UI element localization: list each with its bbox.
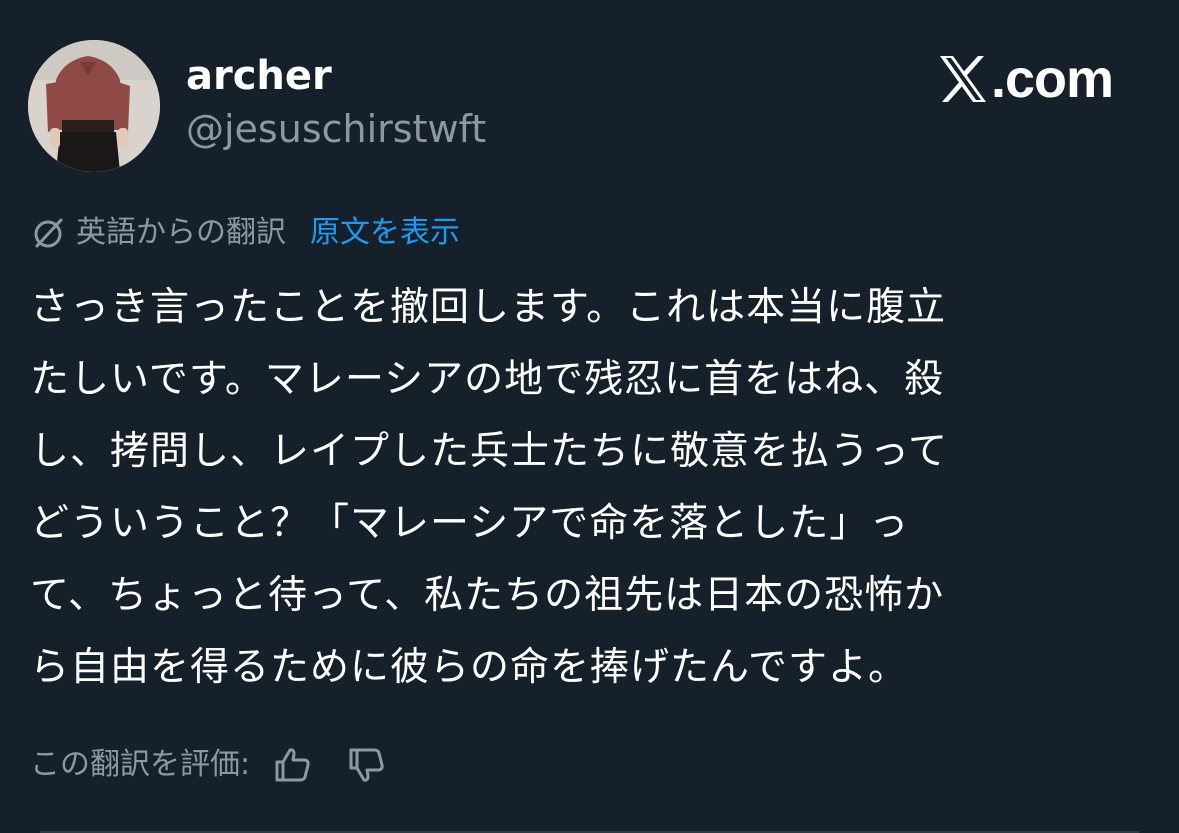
x-logo-icon	[939, 56, 986, 102]
tweet-line: て、ちょっと待って、私たちの祖先は日本の恐怖か	[30, 573, 945, 618]
tweet-line: ら自由を得るために彼らの命を捧げたんですよ。	[30, 645, 909, 690]
tweet-text: さっき言ったことを撤回します。これは本当に腹立 たしいです。マレーシアの地で残忍…	[30, 272, 1140, 704]
tweet-line: し、拷問し、レイプした兵士たちに敬意を払うって	[30, 429, 949, 474]
thumbs-up-button[interactable]	[268, 741, 316, 789]
thumbs-up-icon	[275, 748, 310, 782]
rate-translation-label: この翻訳を評価:	[30, 747, 251, 782]
display-name[interactable]: archer	[186, 50, 332, 102]
translation-notice: 英語からの翻訳 原文を表示	[30, 210, 460, 256]
tweet-line: さっき言ったことを撤回します。これは本当に腹立	[30, 285, 947, 330]
brand-watermark: .com	[938, 48, 1114, 110]
thumbs-down-icon	[349, 748, 384, 782]
user-handle[interactable]: @jesuschirstwft	[186, 104, 486, 154]
translate-icon	[34, 218, 63, 248]
avatar[interactable]	[28, 40, 160, 172]
thumbs-down-button[interactable]	[342, 741, 390, 789]
show-original-link[interactable]: 原文を表示	[310, 210, 460, 256]
tweet-line: どういうこと？「マレーシアで命を落とした」っ	[30, 501, 910, 546]
tweet-line: たしいです。マレーシアの地で残忍に首をはね、殺	[30, 357, 945, 402]
rate-translation: この翻訳を評価:	[30, 740, 390, 790]
translated-from-label: 英語からの翻訳	[76, 215, 286, 250]
brand-domain: .com	[990, 49, 1114, 109]
